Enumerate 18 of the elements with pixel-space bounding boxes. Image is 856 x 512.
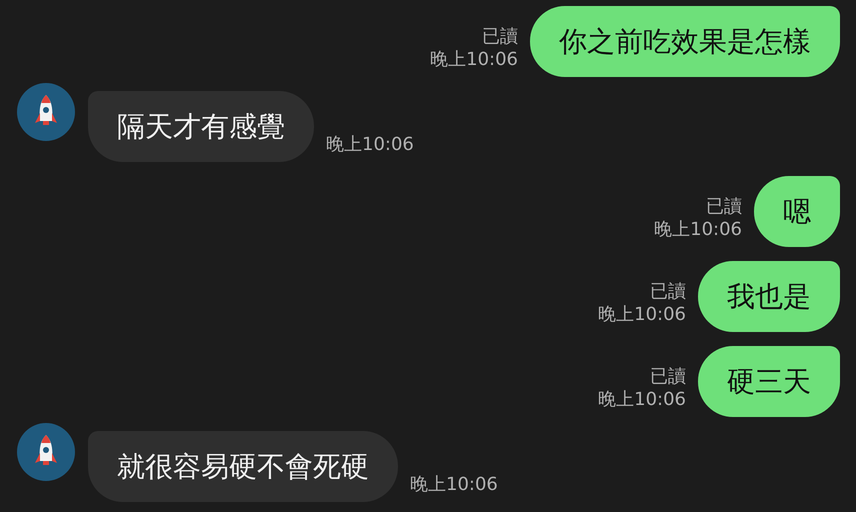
message-time: 晚上10:06	[654, 218, 742, 241]
chat-bubble: 嗯	[754, 176, 840, 247]
chat-bubble: 硬三天	[698, 346, 840, 417]
message-time: 晚上10:06	[598, 388, 686, 411]
chat-bubble: 就很容易硬不會死硬	[88, 431, 398, 502]
read-receipt: 已讀	[650, 280, 686, 303]
message-time: 晚上10:06	[430, 48, 518, 71]
read-receipt: 已讀	[650, 365, 686, 388]
rocket-avatar-icon[interactable]	[17, 423, 75, 481]
message-time: 晚上10:06	[326, 133, 414, 157]
message-time: 晚上10:06	[410, 473, 498, 497]
chat-bubble: 你之前吃效果是怎樣	[530, 6, 840, 77]
chat-bubble: 隔天才有感覺	[88, 91, 314, 162]
read-receipt: 已讀	[482, 25, 518, 48]
chat-bubble: 我也是	[698, 261, 840, 332]
rocket-avatar-icon[interactable]	[17, 83, 75, 141]
message-time: 晚上10:06	[598, 303, 686, 326]
read-receipt: 已讀	[706, 195, 742, 218]
